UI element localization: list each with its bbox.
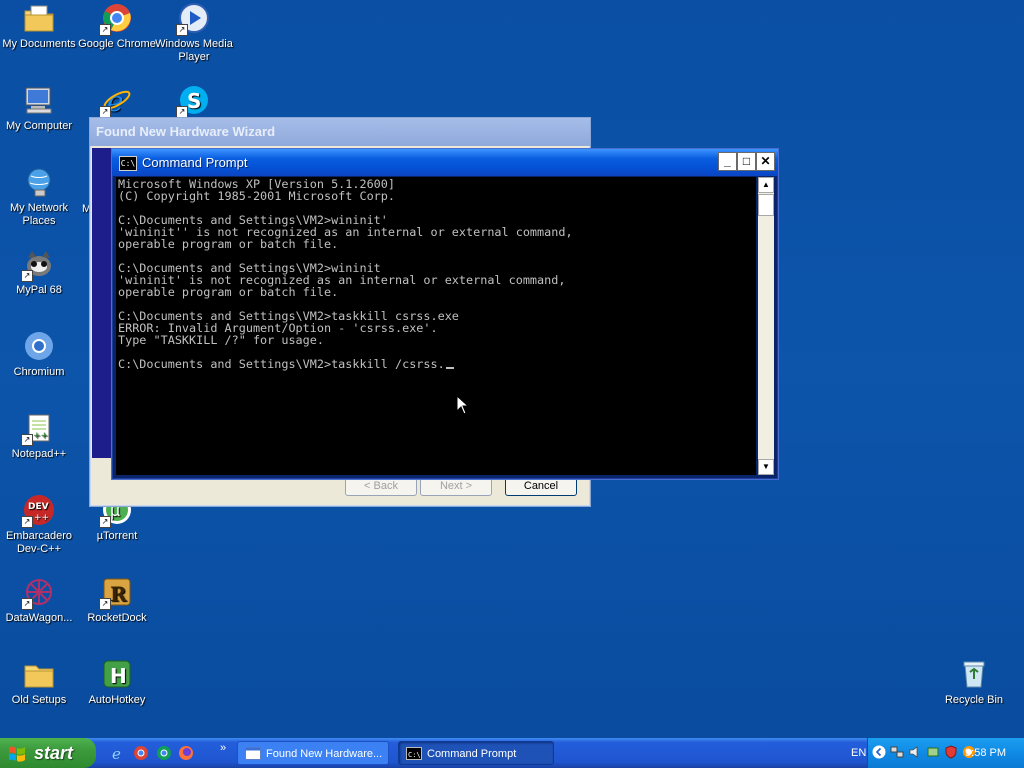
desktop-icon-label: My Computer	[5, 120, 73, 132]
devcpp-icon: DEV ++ ↗	[21, 494, 55, 528]
console-line: operable program or batch file.	[118, 237, 339, 251]
rocketdock-icon: R ↗	[99, 576, 133, 610]
svg-text:++: ++	[33, 431, 48, 441]
chrome-icon[interactable]	[156, 745, 172, 761]
wizard-title[interactable]: Found New Hardware Wizard	[90, 118, 590, 146]
desktop-icon-label: Recycle Bin	[944, 694, 1004, 706]
desktop-icon-recycle-bin[interactable]: Recycle Bin	[935, 658, 1013, 707]
windows-flag-icon	[9, 746, 25, 762]
mypal-icon: ↗	[21, 248, 55, 282]
mouse-cursor-icon	[456, 395, 470, 415]
scroll-up-arrow-icon[interactable]: ▲	[758, 177, 774, 193]
speaker-icon[interactable]	[908, 745, 922, 759]
start-label: start	[34, 743, 74, 763]
clock[interactable]: 9:58 PM	[965, 738, 1006, 768]
ie-icon: e ↗	[99, 84, 133, 118]
desktop-icon-chromium[interactable]: Chromium	[0, 330, 78, 379]
console-line: Type "TASKKILL /?" for usage.	[118, 333, 324, 347]
desktop-icon-label: µTorrent	[96, 530, 138, 542]
maximize-button[interactable]: □	[737, 152, 756, 171]
desktop-icon-my-network-places[interactable]: My Network Places	[0, 166, 78, 228]
skype-icon: S ↗	[176, 84, 210, 118]
system-tray: 9:58 PM	[867, 738, 1024, 768]
network-icon	[23, 166, 55, 198]
svg-text:e: e	[112, 745, 121, 761]
desktop-icon-label: Google Chrome	[78, 38, 156, 50]
desktop-icon-label: Embarcadero Dev-C++	[5, 530, 73, 555]
chrome-icon[interactable]	[133, 745, 149, 761]
ie-icon[interactable]: e	[110, 745, 126, 761]
desktop-icon-google-chrome[interactable]: ↗ Google Chrome	[78, 2, 156, 51]
svg-text:C:\: C:\	[408, 751, 421, 759]
quicklaunch-overflow-icon[interactable]: »	[220, 742, 226, 754]
desktop-icon-my-computer[interactable]: My Computer	[0, 84, 78, 133]
chrome-icon: ↗	[99, 2, 133, 36]
desktop-icon-label: My Documents	[2, 38, 76, 50]
close-button[interactable]: ✕	[756, 152, 775, 171]
desktop-icon-notepadpp[interactable]: ++ ↗ Notepad++	[0, 412, 78, 461]
taskbar-item-command-prompt[interactable]: C:\ Command Prompt	[398, 741, 554, 765]
autohotkey-icon: H	[101, 658, 133, 690]
window-icon	[245, 747, 261, 760]
security-icon[interactable]	[944, 745, 958, 759]
computer-icon	[23, 84, 55, 116]
desktop-icon-label: MyPal 68	[16, 284, 62, 296]
chevron-left-icon[interactable]	[872, 745, 886, 759]
svg-text:S: S	[187, 89, 201, 113]
cmd-icon: C:\	[406, 747, 422, 760]
console-line: (C) Copyright 1985-2001 Microsoft Corp.	[118, 189, 395, 203]
desktop-icon-rocketdock[interactable]: R ↗ RocketDock	[78, 576, 156, 625]
desktop-icon-label: Chromium	[13, 366, 65, 378]
desktop-icon-label: AutoHotkey	[88, 694, 146, 706]
desktop-icon-datawagon[interactable]: ↗ DataWagon...	[0, 576, 78, 625]
taskbar-item-wizard[interactable]: Found New Hardware...	[237, 741, 389, 765]
svg-text:R: R	[110, 582, 127, 606]
chromium-icon	[23, 330, 55, 362]
desktop-icon-label: My Network Places	[9, 202, 69, 227]
desktop-icon-label: Old Setups	[11, 694, 67, 706]
taskbar: start e » Found New Hardware... C:\ Comm…	[0, 738, 1024, 768]
desktop-icon-windows-media-player[interactable]: ↗ Windows Media Player	[155, 2, 233, 64]
notepadpp-icon: ++ ↗	[21, 412, 55, 446]
desktop-icon-skype[interactable]: S ↗	[155, 84, 233, 120]
safely-remove-icon[interactable]	[926, 745, 940, 759]
svg-text:++: ++	[34, 513, 49, 523]
desktop-icon-old-setups[interactable]: Old Setups	[0, 658, 78, 707]
start-button[interactable]: start	[0, 738, 96, 768]
media-player-icon: ↗	[176, 2, 210, 36]
cmd-window-icon[interactable]: C:\	[119, 156, 137, 171]
task-label: Command Prompt	[427, 748, 517, 760]
vertical-scrollbar[interactable]: ▲ ▼	[758, 177, 774, 475]
svg-text:DEV: DEV	[28, 502, 49, 512]
console-line: C:\Documents and Settings\VM2>taskkill /…	[118, 357, 445, 371]
console-line: operable program or batch file.	[118, 285, 339, 299]
folder-documents-icon	[23, 2, 55, 34]
desktop-icon-label: RocketDock	[87, 612, 147, 624]
language-indicator[interactable]: EN	[851, 738, 866, 768]
desktop-icon-label: Notepad++	[11, 448, 67, 460]
desktop-icon-label: DataWagon...	[5, 612, 73, 624]
desktop-icon-devcpp[interactable]: DEV ++ ↗ Embarcadero Dev-C++	[0, 494, 78, 556]
scroll-thumb[interactable]	[758, 194, 774, 216]
recycle-bin-icon	[958, 658, 990, 690]
console-output[interactable]: Microsoft Windows XP [Version 5.1.2600] …	[116, 177, 756, 475]
svg-text:H: H	[110, 664, 127, 688]
firefox-icon[interactable]	[178, 745, 194, 761]
text-cursor	[445, 367, 454, 369]
desktop-icon-mypal[interactable]: ↗ MyPal 68	[0, 248, 78, 297]
cmd-title-bar[interactable]: C:\ Command Prompt _ □ ✕	[112, 149, 778, 176]
datawagon-icon: ↗	[21, 576, 55, 610]
network-icon[interactable]	[890, 745, 904, 759]
desktop-icon-label: Windows Media Player	[155, 38, 233, 63]
folder-icon	[23, 658, 55, 690]
desktop-icon-autohotkey[interactable]: H AutoHotkey	[78, 658, 156, 707]
scroll-down-arrow-icon[interactable]: ▼	[758, 459, 774, 475]
cmd-title: Command Prompt	[142, 155, 248, 170]
console-text: Microsoft Windows XP [Version 5.1.2600] …	[116, 177, 756, 371]
desktop-icon-ie[interactable]: e ↗	[78, 84, 156, 120]
minimize-button[interactable]: _	[718, 152, 737, 171]
command-prompt-window: C:\ Command Prompt _ □ ✕ Microsoft Windo…	[111, 148, 779, 480]
desktop-icon-my-documents[interactable]: My Documents	[0, 2, 78, 51]
task-label: Found New Hardware...	[266, 748, 383, 760]
